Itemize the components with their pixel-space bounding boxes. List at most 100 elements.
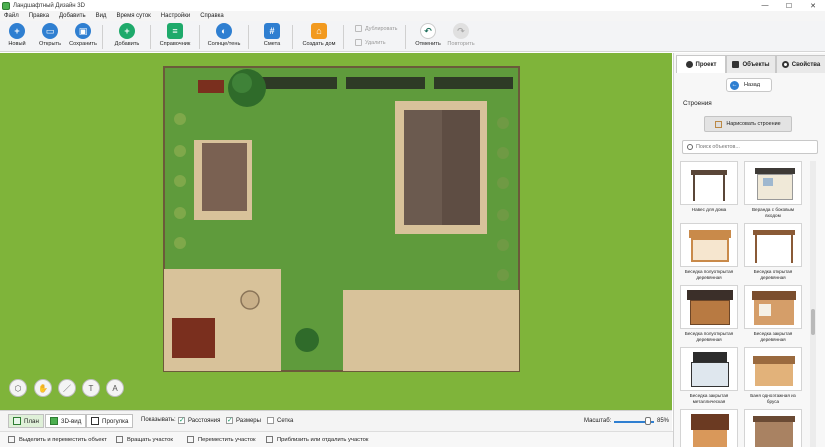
shrub[interactable] bbox=[497, 147, 509, 159]
plan-view-button[interactable]: План bbox=[8, 414, 44, 428]
catalog-item[interactable]: Беседка закрытая металлическая bbox=[680, 347, 738, 407]
zoom-slider-handle[interactable] bbox=[645, 417, 651, 425]
shrub[interactable] bbox=[174, 145, 186, 157]
add-label: Добавить bbox=[114, 41, 140, 47]
shrub[interactable] bbox=[174, 207, 186, 219]
walk-button[interactable]: Прогулка bbox=[86, 414, 134, 428]
sizes-check-icon: ✓ bbox=[226, 417, 233, 424]
deck[interactable] bbox=[172, 318, 215, 358]
catalog-item[interactable]: Беседка закрытая деревянная bbox=[744, 285, 802, 345]
catalog-scrollbar[interactable] bbox=[810, 161, 816, 447]
close-button[interactable]: ✕ bbox=[801, 0, 825, 11]
fire-pit[interactable] bbox=[240, 290, 260, 310]
redo-button[interactable]: ↷ Повторить bbox=[441, 23, 481, 47]
redo-icon: ↷ bbox=[453, 23, 469, 39]
menu-add[interactable]: Добавить bbox=[59, 13, 86, 19]
distances-check-icon: ✓ bbox=[178, 417, 185, 424]
shrub[interactable] bbox=[497, 239, 509, 251]
menu-view[interactable]: Вид bbox=[96, 13, 107, 19]
rotate-icon bbox=[116, 436, 123, 443]
estimate-button[interactable]: # Смета bbox=[252, 23, 292, 47]
ruler-tool-icon[interactable]: ／ bbox=[58, 379, 76, 397]
toolbar-divider bbox=[150, 25, 151, 49]
catalog-thumbnail bbox=[680, 161, 738, 205]
catalog-item[interactable] bbox=[744, 409, 802, 447]
layers-tool-icon[interactable]: ⬡ bbox=[9, 379, 27, 397]
plan-label: План bbox=[24, 417, 39, 425]
sun-shadow-label: Солнце/тень bbox=[207, 41, 241, 47]
sun-shadow-button[interactable]: ◐ Солнце/тень bbox=[204, 23, 244, 47]
garden-bed[interactable] bbox=[258, 77, 337, 89]
menu-file[interactable]: Файл bbox=[4, 13, 19, 19]
menu-edit[interactable]: Правка bbox=[29, 13, 49, 19]
window-title: Ландшафтный Дизайн 3D bbox=[13, 2, 85, 9]
text-tool-icon[interactable]: T bbox=[82, 379, 100, 397]
reference-button[interactable]: ≡ Справочник bbox=[155, 23, 195, 47]
tab-objects[interactable]: Объекты bbox=[726, 55, 776, 73]
menu-help[interactable]: Справка bbox=[200, 13, 224, 19]
annotation-tool-icon[interactable]: A bbox=[106, 379, 124, 397]
distances-label: Расстояния bbox=[188, 417, 221, 424]
3d-view-button[interactable]: 3D-вид bbox=[45, 414, 87, 428]
search-input[interactable] bbox=[696, 144, 814, 150]
toolbar-divider bbox=[292, 25, 293, 49]
plan-canvas[interactable]: ⬡ ✋ ／ T A bbox=[0, 53, 672, 410]
shrub[interactable] bbox=[174, 175, 186, 187]
book-icon: ≡ bbox=[167, 23, 183, 39]
menu-settings[interactable]: Настройки bbox=[161, 13, 190, 19]
delete-button[interactable]: Удалить bbox=[355, 39, 386, 46]
minimize-button[interactable]: — bbox=[753, 0, 777, 11]
tree[interactable] bbox=[295, 328, 319, 352]
redo-label: Повторить bbox=[447, 41, 475, 47]
catalog-item[interactable]: Беседка полуоткрытая деревянная bbox=[680, 223, 738, 283]
status-hint-text: Выделить и переместить объект bbox=[19, 436, 107, 443]
shrub[interactable] bbox=[497, 209, 509, 221]
plan-icon bbox=[13, 417, 21, 425]
open-label: Открыть bbox=[39, 41, 61, 47]
paved-area[interactable] bbox=[343, 290, 519, 371]
sizes-label: Размеры bbox=[236, 417, 261, 424]
grid-checkbox[interactable]: Сетка bbox=[267, 417, 293, 424]
tab-project[interactable]: Проект bbox=[676, 55, 726, 73]
duplicate-button[interactable]: Дублировать bbox=[355, 25, 397, 32]
catalog-item[interactable] bbox=[680, 409, 738, 447]
catalog-item[interactable]: Навес для дома bbox=[680, 161, 738, 221]
save-button[interactable]: ▣ Сохранить bbox=[63, 23, 103, 47]
draw-building-button[interactable]: Нарисовать строение bbox=[704, 116, 792, 132]
catalog-caption: Веранда с боковым входом bbox=[751, 207, 795, 218]
object-search[interactable] bbox=[682, 140, 818, 154]
tab-properties[interactable]: Свойства bbox=[776, 55, 825, 73]
bottom-bar: План 3D-вид Прогулка Показывать: ✓ Расст… bbox=[0, 410, 672, 431]
shrub[interactable] bbox=[497, 269, 509, 281]
hand-tool-icon[interactable]: ✋ bbox=[34, 379, 52, 397]
catalog-item[interactable]: Веранда с боковым входом bbox=[744, 161, 802, 221]
catalog-item[interactable]: Беседка полуоткрытая деревянная bbox=[680, 285, 738, 345]
maximize-button[interactable]: ☐ bbox=[777, 0, 801, 11]
shrub[interactable] bbox=[497, 117, 509, 129]
back-button[interactable]: ← Назад bbox=[726, 78, 772, 92]
status-hint-text: Переместить участок bbox=[198, 436, 256, 443]
garden-bed[interactable] bbox=[434, 77, 513, 89]
sizes-checkbox[interactable]: ✓ Размеры bbox=[226, 417, 261, 424]
add-button[interactable]: + Добавить bbox=[107, 23, 147, 47]
sun-icon: ◐ bbox=[216, 23, 232, 39]
catalog-item[interactable]: Беседка открытая деревянная bbox=[744, 223, 802, 283]
scrollbar-thumb[interactable] bbox=[811, 309, 815, 335]
catalog-caption: Беседка открытая деревянная bbox=[753, 269, 793, 280]
bench[interactable] bbox=[198, 80, 224, 93]
cursor-icon bbox=[8, 436, 15, 443]
distances-checkbox[interactable]: ✓ Расстояния bbox=[178, 417, 220, 424]
garden-bed[interactable] bbox=[346, 77, 425, 89]
shrub[interactable] bbox=[174, 237, 186, 249]
menu-bar: Файл Правка Добавить Вид Время суток Нас… bbox=[0, 11, 825, 21]
catalog-item[interactable]: Баня одноэтажная из бруса bbox=[744, 347, 802, 407]
status-bar: Выделить и переместить объект Вращать уч… bbox=[0, 431, 673, 447]
shrub[interactable] bbox=[174, 113, 186, 125]
house-icon: ⌂ bbox=[311, 23, 327, 39]
create-house-button[interactable]: ⌂ Создать дом bbox=[299, 23, 339, 47]
small-building-roof[interactable] bbox=[202, 143, 247, 211]
catalog-thumbnail bbox=[680, 347, 738, 391]
catalog-caption: Беседка закрытая металлическая bbox=[689, 393, 729, 404]
shrub[interactable] bbox=[497, 177, 509, 189]
menu-time-of-day[interactable]: Время суток bbox=[116, 13, 150, 19]
